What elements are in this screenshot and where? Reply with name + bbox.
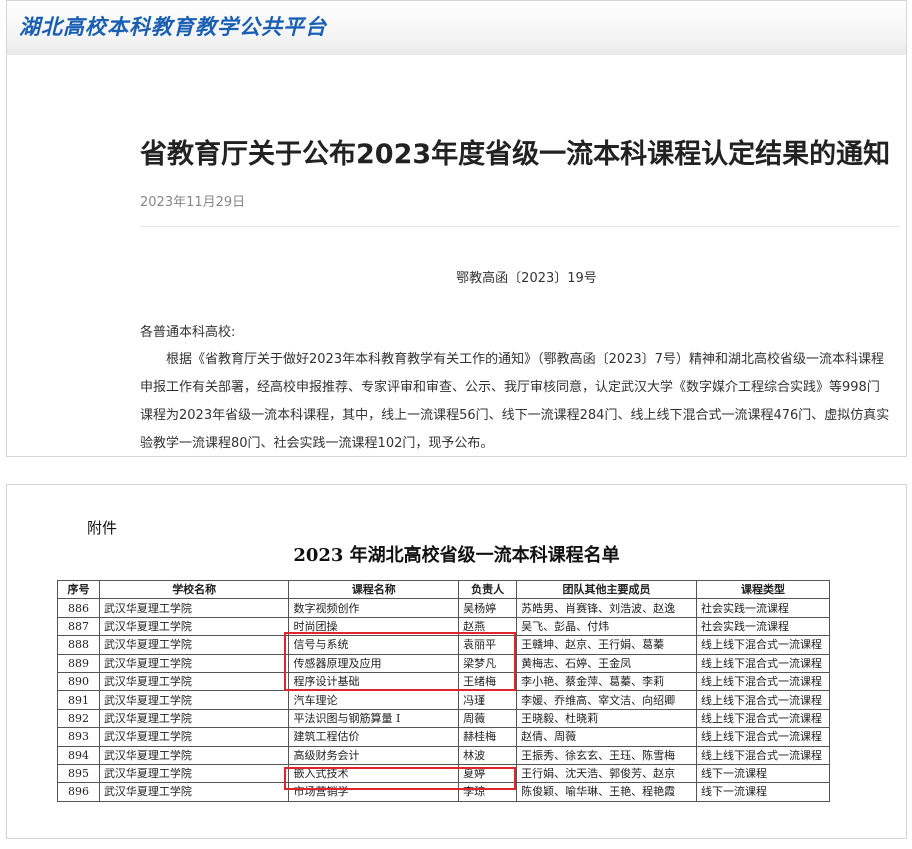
document-number: 鄂教高函〔2023〕19号 [456,271,597,286]
site-title-logo[interactable]: 湖北高校本科教育教学公共平台 [19,11,327,41]
cell-lead: 夏婷 [458,763,518,784]
cell-course: 市场营销学 [288,782,460,802]
cell-number: 887 [57,616,100,637]
article-date: 2023年11月29日 [140,195,246,210]
cell-school: 武汉华夏理工学院 [98,782,290,802]
cell-team: 陈俊颖、喻华琳、王艳、程艳霞 [516,782,697,802]
cell-number: 888 [57,635,100,655]
table-row: 894 武汉华夏理工学院 高级财务会计 林波 王振秀、徐玄玄、王珏、陈雪梅 线上线下混合式… [57,745,831,765]
cell-type: 线上线下混合式一流课程 [695,690,831,710]
course-table: 序号 学校名称 课程名称 负责人 团队其他主要成员 课程类型 886 武汉华夏理工… [57,579,831,802]
cell-team: 苏皓男、肖赛锋、刘浩波、赵逸 [516,598,697,618]
cell-lead: 赵燕 [458,616,518,637]
cell-school: 武汉华夏理工学院 [98,671,290,692]
cell-team: 王振秀、徐玄玄、王珏、陈雪梅 [516,745,697,765]
cell-school: 武汉华夏理工学院 [98,616,290,637]
list-title: 2023 年湖北高校省级一流本科课程名单 [293,545,620,566]
attachment-panel: 附件 2023 年湖北高校省级一流本科课程名单 序号 学校名称 课程名称 负责人… [6,484,907,839]
cell-type: 线下一流课程 [695,763,831,784]
header-lead: 负责人 [458,579,518,600]
cell-lead: 李琼 [458,782,518,802]
cell-team: 王晓毅、杜晓莉 [516,708,697,729]
table-row: 889 武汉华夏理工学院 传感器原理及应用 梁梦凡 黄梅志、石婷、王金凤 线上线下混合式一… [57,653,831,673]
cell-lead: 王绪梅 [458,671,518,692]
cell-course: 嵌入式技术 [288,763,460,784]
cell-school: 武汉华夏理工学院 [98,598,290,618]
cell-type: 线上线下混合式一流课程 [695,708,831,729]
cell-number: 895 [57,763,100,784]
cell-course: 时尚团操 [288,616,460,637]
cell-team: 李媛、乔维高、宰文洁、向绍卿 [516,690,697,710]
cell-lead: 冯瑾 [458,690,518,710]
cell-type: 线上线下混合式一流课程 [695,671,831,692]
header-number: 序号 [57,579,100,600]
cell-course: 程序设计基础 [288,671,460,692]
cell-course: 汽车理论 [288,690,460,710]
cell-type: 线下一流课程 [695,782,831,802]
article-title: 省教育厅关于公布2023年度省级一流本科课程认定结果的通知 [140,139,891,170]
cell-number: 892 [57,708,100,729]
table-row: 886 武汉华夏理工学院 数字视频创作 吴杨婷 苏皓男、肖赛锋、刘浩波、赵逸 社会实践一流… [57,598,831,618]
cell-team: 吴飞、彭晶、付炜 [516,616,697,637]
salutation: 各普通本科高校: [140,325,236,340]
cell-school: 武汉华夏理工学院 [98,708,290,729]
cell-lead: 赫桂梅 [458,727,518,747]
cell-type: 社会实践一流课程 [695,616,831,637]
cell-course: 数字视频创作 [288,598,460,618]
cell-type: 社会实践一流课程 [695,598,831,618]
cell-number: 896 [57,782,100,802]
cell-lead: 梁梦凡 [458,653,518,673]
cell-team: 黄梅志、石婷、王金凤 [516,653,697,673]
cell-type: 线上线下混合式一流课程 [695,745,831,765]
table-row: 893 武汉华夏理工学院 建筑工程估价 赫桂梅 赵倩、周薇 线上线下混合式一流课程 [57,727,831,747]
divider [140,226,900,227]
cell-lead: 林波 [458,745,518,765]
header-team: 团队其他主要成员 [516,579,697,600]
cell-team: 王行娟、沈天浩、郭俊芳、赵京 [516,763,697,784]
cell-school: 武汉华夏理工学院 [98,727,290,747]
cell-number: 889 [57,653,100,673]
table-row: 896 武汉华夏理工学院 市场营销学 李琼 陈俊颖、喻华琳、王艳、程艳霞 线下一流课程 [57,782,831,802]
cell-lead: 袁丽平 [458,635,518,655]
header-course: 课程名称 [288,579,460,600]
body-paragraph: 根据《省教育厅关于做好2023年本科教育教学有关工作的通知》（鄂教高函〔2023… [140,352,890,451]
cell-course: 信号与系统 [288,635,460,655]
cell-school: 武汉华夏理工学院 [98,690,290,710]
cell-type: 线上线下混合式一流课程 [695,727,831,747]
cell-course: 传感器原理及应用 [288,653,460,673]
table-row: 891 武汉华夏理工学院 汽车理论 冯瑾 李媛、乔维高、宰文洁、向绍卿 线上线下混合式一流… [57,690,831,710]
table-header-row: 序号 学校名称 课程名称 负责人 团队其他主要成员 课程类型 [57,579,831,600]
table-row: 888 武汉华夏理工学院 信号与系统 袁丽平 王赣坤、赵京、王行娟、葛蓁 线上线下混合式一… [57,635,831,655]
cell-number: 894 [57,745,100,765]
cell-number: 891 [57,690,100,710]
notice-panel: 湖北高校本科教育教学公共平台 省教育厅关于公布2023年度省级一流本科课程认定结… [6,0,907,457]
cell-team: 李小艳、蔡金萍、葛蓁、李莉 [516,671,697,692]
site-header: 湖北高校本科教育教学公共平台 [7,1,906,55]
cell-number: 886 [57,598,100,618]
header-school: 学校名称 [98,579,290,600]
cell-lead: 吴杨婷 [458,598,518,618]
cell-team: 赵倩、周薇 [516,727,697,747]
cell-course: 平法识图与钢筋算量 I [288,708,460,729]
cell-school: 武汉华夏理工学院 [98,763,290,784]
cell-school: 武汉华夏理工学院 [98,745,290,765]
cell-number: 890 [57,671,100,692]
table-row: 890 武汉华夏理工学院 程序设计基础 王绪梅 李小艳、蔡金萍、葛蓁、李莉 线上线下混合式… [57,671,831,692]
table-row: 892 武汉华夏理工学院 平法识图与钢筋算量 I 周薇 王晓毅、杜晓莉 线上线下混合式一流… [57,708,831,729]
header-type: 课程类型 [695,579,831,600]
cell-team: 王赣坤、赵京、王行娟、葛蓁 [516,635,697,655]
cell-number: 893 [57,727,100,747]
table-row: 887 武汉华夏理工学院 时尚团操 赵燕 吴飞、彭晶、付炜 社会实践一流课程 [57,616,831,637]
cell-course: 高级财务会计 [288,745,460,765]
cell-type: 线上线下混合式一流课程 [695,653,831,673]
cell-school: 武汉华夏理工学院 [98,635,290,655]
table-row: 895 武汉华夏理工学院 嵌入式技术 夏婷 王行娟、沈天浩、郭俊芳、赵京 线下一流课程 [57,763,831,784]
cell-course: 建筑工程估价 [288,727,460,747]
attachment-label: 附件 [87,519,118,537]
cell-type: 线上线下混合式一流课程 [695,635,831,655]
cell-school: 武汉华夏理工学院 [98,653,290,673]
cell-lead: 周薇 [458,708,518,729]
table-body: 886 武汉华夏理工学院 数字视频创作 吴杨婷 苏皓男、肖赛锋、刘浩波、赵逸 社会实践一流… [57,598,831,802]
